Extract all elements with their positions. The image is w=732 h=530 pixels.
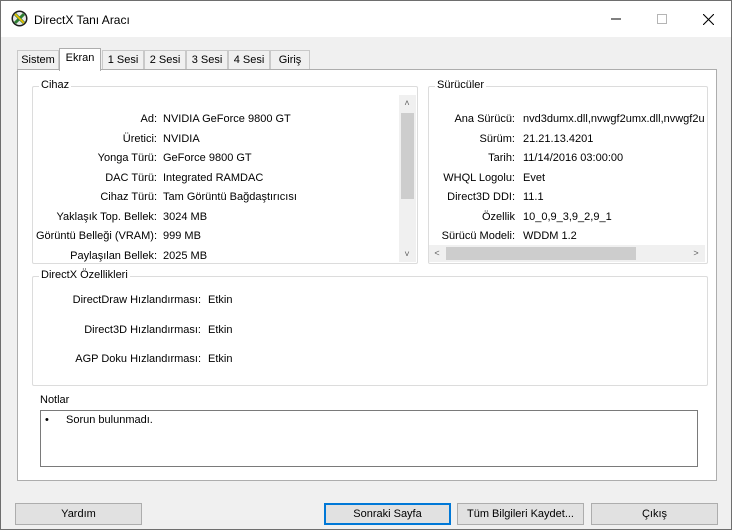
driver-key: Sürüm: [479,133,515,145]
driver-key: Özellik [481,211,515,223]
device-key: Cihaz Türü: [100,191,157,203]
device-value: NVIDIA GeForce 9800 GT [163,113,291,125]
scroll-thumb[interactable] [446,247,636,260]
device-group: Cihaz Ad: NVIDIA GeForce 9800 GT Üretici:… [32,79,418,264]
notes-item: Sorun bulunmadı. [66,414,153,426]
tab-giris[interactable]: Giriş [270,50,310,70]
device-key: Üretici: [122,133,157,145]
driver-value: 11.1 [523,191,544,203]
drivers-group: Sürücüler Ana Sürücü: nvd3dumx.dll,nvwgf2… [428,79,708,264]
directx-features-label: DirectX Özellikleri [39,269,130,281]
display-tab-panel: Cihaz Ad: NVIDIA GeForce 9800 GT Üretici:… [17,69,717,481]
device-value: 2025 MB [163,250,208,262]
driver-value: WDDM 1.2 [523,230,577,242]
device-value: Integrated RAMDAC [163,172,264,184]
device-value: NVIDIA [163,133,200,145]
title-bar: DirectX Tanı Aracı [1,1,731,37]
driver-value: 11/14/2016 03:00:00 [523,152,624,164]
device-vertical-scrollbar[interactable]: ˄ ˅ [399,95,416,262]
driver-key: Direct3D DDI: [447,191,515,203]
device-key: Ad: [140,113,157,125]
feature-value: Etkin [208,294,233,306]
feature-value: Etkin [208,353,233,365]
maximize-icon [657,14,667,24]
drivers-horizontal-scrollbar[interactable]: ˂ ˃ [429,245,705,262]
tab-2-sesi[interactable]: 2 Sesi [144,50,186,70]
scroll-left-arrow-icon[interactable]: ˂ [429,245,445,261]
exit-button[interactable]: Çıkış [591,503,718,525]
close-icon [702,13,714,25]
close-button[interactable] [685,1,731,37]
drivers-viewport: Ana Sürücü: nvd3dumx.dll,nvwgf2umx.dll,nv… [429,87,705,245]
driver-value: Evet [523,172,546,184]
driver-key: Sürücü Modeli: [441,230,515,242]
notes-label: Notlar [38,394,72,406]
notes-textbox[interactable]: • Sorun bulunmadı. [40,410,698,467]
tab-3-sesi[interactable]: 3 Sesi [186,50,228,70]
device-key: Yonga Türü: [97,152,157,164]
directx-diagnostic-window: DirectX Tanı Aracı Sistem Ekran 1 Sesi 2… [0,0,732,530]
next-page-button[interactable]: Sonraki Sayfa [324,503,451,525]
device-group-label: Cihaz [39,79,72,91]
device-key: Görüntü Belleği (VRAM): [35,230,157,242]
feature-key: AGP Doku Hızlandırması: [75,353,201,365]
window-title: DirectX Tanı Aracı [34,13,130,27]
device-value: Tam Görüntü Bağdaştırıcısı [163,191,297,203]
driver-key: Ana Sürücü: [454,113,515,125]
minimize-button[interactable] [593,1,639,37]
tab-sistem[interactable]: Sistem [17,50,59,70]
scroll-up-arrow-icon[interactable]: ˄ [399,95,415,111]
scroll-right-arrow-icon[interactable]: ˃ [688,245,704,261]
tab-4-sesi[interactable]: 4 Sesi [228,50,270,70]
driver-value: 10_0,9_3,9_2,9_1 [523,211,612,223]
driver-key: WHQL Logolu: [443,172,515,184]
feature-value: Etkin [208,324,233,336]
device-value: 999 MB [163,230,201,242]
driver-key: Tarih: [488,152,515,164]
device-key: DAC Türü: [105,172,157,184]
directx-app-icon [11,10,28,27]
device-key: Paylaşılan Bellek: [70,250,157,262]
notes-bullet-icon: • [45,414,49,426]
minimize-icon [611,18,621,20]
tab-1-sesi[interactable]: 1 Sesi [102,50,144,70]
device-value: GeForce 9800 GT [163,152,252,164]
feature-key: Direct3D Hızlandırması: [84,324,201,336]
driver-value: 21.21.13.4201 [523,133,594,145]
device-key: Yaklaşık Top. Bellek: [56,211,157,223]
device-value: 3024 MB [163,211,208,223]
scroll-thumb[interactable] [401,113,414,199]
feature-key: DirectDraw Hızlandırması: [72,294,201,306]
tab-ekran[interactable]: Ekran [59,48,101,71]
driver-value: nvd3dumx.dll,nvwgf2umx.dll,nvwgf2u [523,113,705,125]
directx-features-group: DirectX Özellikleri DirectDraw Hızlandır… [32,269,708,386]
scroll-down-arrow-icon[interactable]: ˅ [399,246,415,262]
save-all-info-button[interactable]: Tüm Bilgileri Kaydet... [457,503,584,525]
maximize-button[interactable] [639,1,685,37]
help-button[interactable]: Yardım [15,503,142,525]
